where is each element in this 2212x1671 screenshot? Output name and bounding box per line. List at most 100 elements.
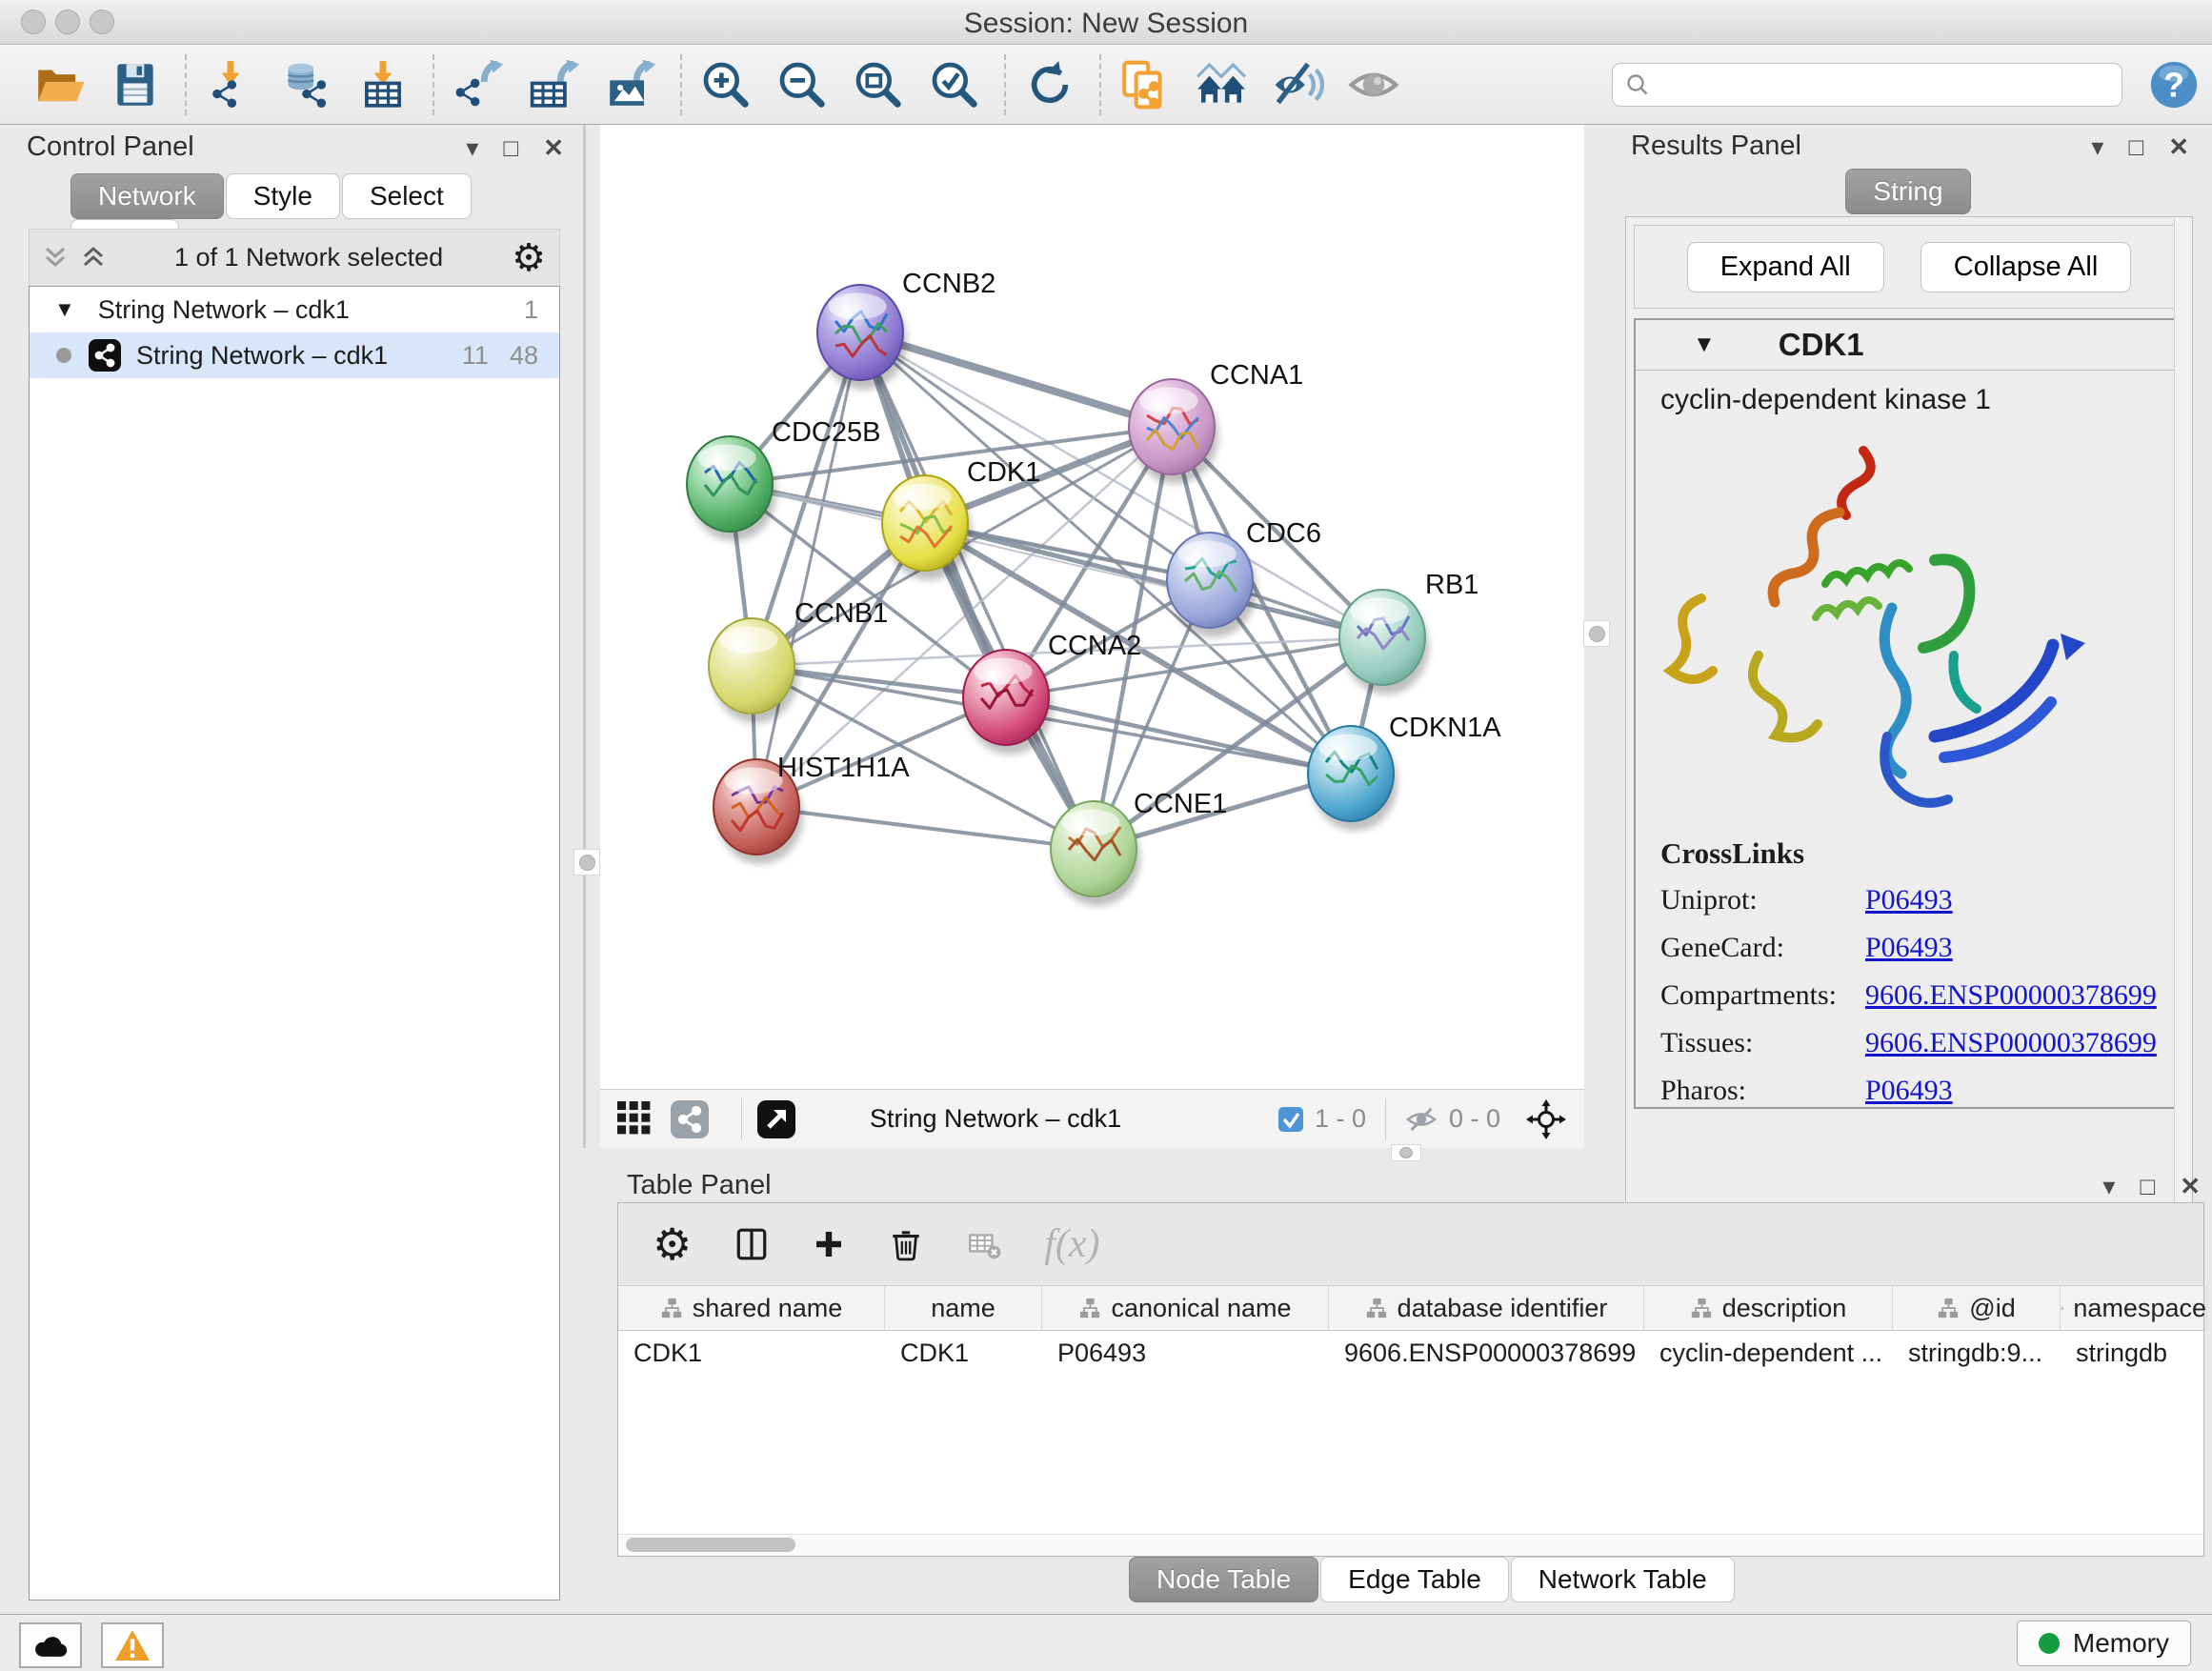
network-node-CDC25B[interactable]: CDC25B <box>687 417 880 541</box>
results-panel-float-icon[interactable]: □ <box>2128 134 2143 159</box>
crosslink-label: Compartments: <box>1660 979 1865 1012</box>
open-file-button[interactable] <box>29 54 90 115</box>
title-bar: Session: New Session <box>0 0 2212 45</box>
control-panel-title: Control Panel <box>27 131 194 163</box>
crosslink-value-link[interactable]: 9606.ENSP00000378699 <box>1865 1027 2157 1059</box>
network-node-RB1[interactable]: RB1 <box>1339 570 1478 695</box>
table-panel-float-icon[interactable]: □ <box>2140 1174 2155 1198</box>
memory-button[interactable]: Memory <box>2017 1621 2191 1666</box>
zoom-in-button[interactable] <box>695 54 756 115</box>
crosslink-value-link[interactable]: P06493 <box>1865 884 1953 916</box>
search-input[interactable] <box>1612 63 2122 107</box>
crosslink-value-link[interactable]: P06493 <box>1865 932 1953 964</box>
houses-icon <box>1195 58 1248 111</box>
horizontal-splitter-handle[interactable] <box>1391 1144 1421 1161</box>
zoom-selected-button[interactable] <box>924 54 985 115</box>
control-panel-menu-icon[interactable]: ▾ <box>466 135 478 160</box>
network-node-CCNB2[interactable]: CCNB2 <box>817 269 995 390</box>
grid-view-button[interactable] <box>617 1101 654 1137</box>
network-edge-count: 48 <box>510 341 538 371</box>
network-node-CDKN1A[interactable]: CDKN1A <box>1308 713 1501 831</box>
save-session-button[interactable] <box>105 54 166 115</box>
network-options-gear-icon[interactable]: ⚙ <box>512 239 546 277</box>
results-panel-close-icon[interactable]: ✕ <box>2168 134 2189 159</box>
network-edge-HIST1H1A-CCNE1[interactable] <box>756 807 1094 849</box>
tab-edge-table[interactable]: Edge Table <box>1320 1557 1509 1602</box>
warnings-button[interactable] <box>101 1622 164 1668</box>
expand-all-icon[interactable] <box>81 245 106 272</box>
crosslink-value-link[interactable]: 9606.ENSP00000378699 <box>1865 979 2157 1012</box>
network-canvas[interactable]: CCNB2CCNA1CDC25BCDK1CDC6RB1CCNB1CCNA2CDK… <box>600 125 1584 1089</box>
network-share-view-button[interactable] <box>671 1100 709 1138</box>
tab-string[interactable]: String <box>1845 169 1970 214</box>
table-panel-menu-icon[interactable]: ▾ <box>2102 1174 2115 1198</box>
collapse-all-button[interactable]: Collapse All <box>1920 242 2132 292</box>
tab-select[interactable]: Select <box>342 173 472 219</box>
column-header-shared-name[interactable]: shared name <box>618 1286 885 1330</box>
birdseye-view-button[interactable] <box>757 1100 795 1138</box>
fit-content-button[interactable] <box>1525 1098 1567 1140</box>
table-options-gear-icon[interactable]: ⚙ <box>653 1222 692 1266</box>
refresh-layout-button[interactable] <box>1019 54 1080 115</box>
export-network-button[interactable] <box>448 54 509 115</box>
node-label-HIST1H1A: HIST1H1A <box>777 753 910 783</box>
zoom-out-button[interactable] <box>772 54 833 115</box>
crosslinks-block: CrossLinks Uniprot:P06493GeneCard:P06493… <box>1660 836 2182 1107</box>
help-button[interactable]: ? <box>2143 54 2204 115</box>
network-node-HIST1H1A[interactable]: HIST1H1A <box>714 753 910 864</box>
control-panel-close-icon[interactable]: ✕ <box>543 135 564 160</box>
network-edge-CCNB2-HIST1H1A[interactable] <box>756 332 860 807</box>
network-node-CCNA1[interactable]: CCNA1 <box>1129 360 1303 484</box>
right-splitter-handle[interactable] <box>1583 620 1610 647</box>
results-scrollbar[interactable] <box>2174 219 2190 1231</box>
network-node-CCNE1[interactable]: CCNE1 <box>1051 789 1227 906</box>
import-network-file-button[interactable] <box>200 54 261 115</box>
table-panel-close-icon[interactable]: ✕ <box>2180 1174 2201 1198</box>
import-table-file-button[interactable] <box>352 54 413 115</box>
tab-network-table[interactable]: Network Table <box>1511 1557 1735 1602</box>
export-image-button[interactable] <box>600 54 661 115</box>
selected-checkbox-icon[interactable] <box>1278 1107 1303 1132</box>
column-header-namespace[interactable]: namespace <box>2061 1286 2207 1330</box>
crosslink-row: Uniprot:P06493 <box>1660 884 2182 916</box>
show-graphics-details-button[interactable] <box>1267 54 1328 115</box>
column-header-database-identifier[interactable]: database identifier <box>1329 1286 1644 1330</box>
network-edge-CCNA2-CDKN1A[interactable] <box>1006 697 1351 774</box>
duplicate-network-button[interactable] <box>1115 54 1176 115</box>
network-node-CDC6[interactable]: CDC6 <box>1167 518 1321 637</box>
show-columns-icon[interactable] <box>734 1226 770 1262</box>
gene-disclosure-icon[interactable]: ▼ <box>1693 332 1716 358</box>
network-edge-CCNB2-CCNA1[interactable] <box>860 332 1172 427</box>
expand-all-button[interactable]: Expand All <box>1687 242 1884 292</box>
column-header-canonical-name[interactable]: canonical name <box>1042 1286 1329 1330</box>
table-horizontal-scrollbar[interactable] <box>618 1534 2203 1556</box>
column-header-name[interactable]: name <box>885 1286 1042 1330</box>
network-collection-row[interactable]: ▼ String Network – cdk1 1 <box>30 287 559 332</box>
table-row[interactable]: CDK1CDK1P064939606.ENSP00000378699cyclin… <box>618 1331 2203 1375</box>
hidden-eye-icon[interactable] <box>1405 1105 1438 1134</box>
houses-button[interactable] <box>1191 54 1252 115</box>
control-panel-float-icon[interactable]: □ <box>503 135 518 160</box>
collection-disclosure-icon[interactable]: ▼ <box>54 297 75 322</box>
column-header-@id[interactable]: @id <box>1893 1286 2061 1330</box>
cloud-status-button[interactable] <box>19 1622 82 1668</box>
scrollbar-thumb[interactable] <box>626 1538 795 1552</box>
gene-section-header[interactable]: ▼ CDK1 <box>1636 320 2182 371</box>
tab-node-table[interactable]: Node Table <box>1129 1557 1318 1602</box>
collapse-all-icon[interactable] <box>43 245 68 272</box>
add-column-icon[interactable] <box>812 1227 846 1261</box>
zoom-fit-button[interactable] <box>848 54 909 115</box>
import-network-database-button[interactable] <box>276 54 337 115</box>
crosslink-value-link[interactable]: P06493 <box>1865 1075 1953 1107</box>
export-table-button[interactable] <box>524 54 585 115</box>
tab-network[interactable]: Network <box>70 173 224 219</box>
results-panel-menu-icon[interactable]: ▾ <box>2091 134 2103 159</box>
left-splitter-handle[interactable] <box>573 849 600 876</box>
tab-style[interactable]: Style <box>226 173 340 219</box>
left-splitter[interactable] <box>583 125 586 1148</box>
hide-graphics-button[interactable] <box>1343 54 1404 115</box>
column-header-description[interactable]: description <box>1644 1286 1893 1330</box>
delete-column-trash-icon[interactable] <box>888 1226 924 1262</box>
network-row-selected[interactable]: String Network – cdk1 11 48 <box>30 332 559 378</box>
network-view-toolbar: String Network – cdk1 1 - 0 0 - 0 <box>600 1089 1584 1148</box>
